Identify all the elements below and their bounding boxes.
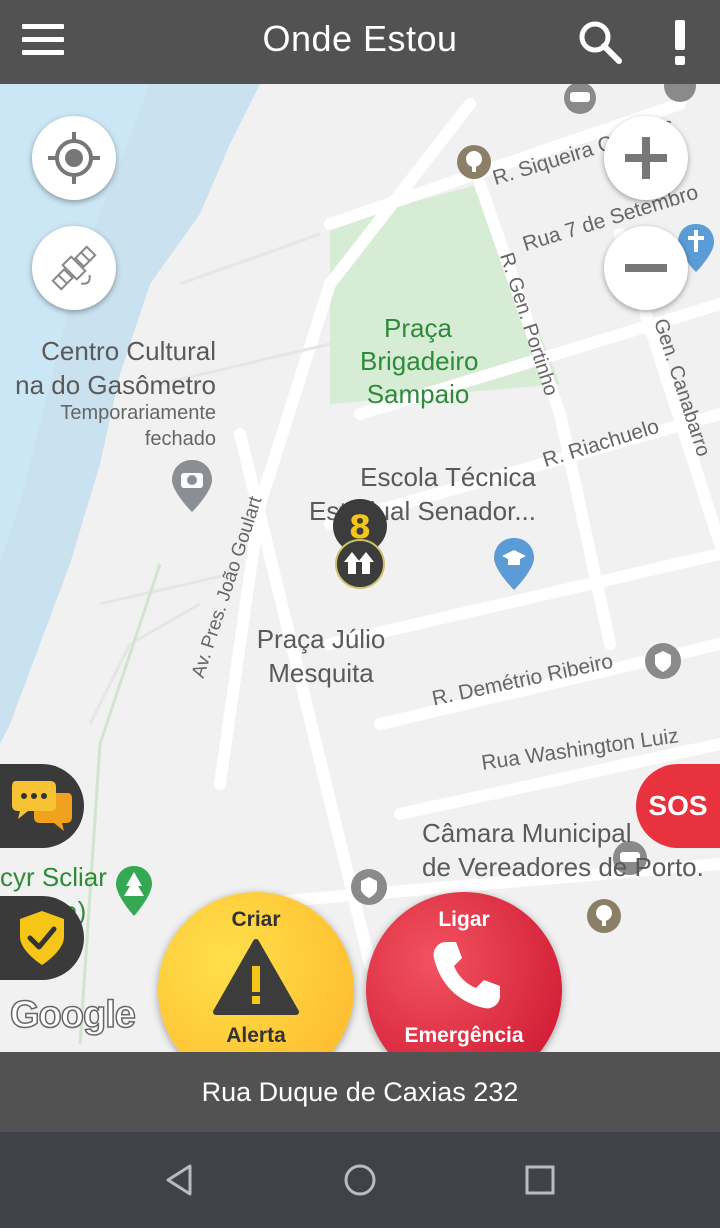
plus-icon (625, 137, 667, 179)
map-view[interactable]: R. Siqueira Campos Rua 7 de Setembro R. … (0, 84, 720, 1052)
app-bar: Onde Estou (0, 0, 720, 84)
tree-marker-icon (587, 899, 621, 933)
home-icon[interactable] (340, 1160, 380, 1200)
google-attribution: Google (9, 993, 136, 1037)
current-address: Rua Duque de Caxias 232 (0, 1052, 720, 1132)
school-marker-icon (494, 538, 534, 590)
chat-button[interactable] (0, 764, 84, 848)
place-label-praca-julio: Praça Júlio Mesquita (256, 624, 386, 688)
create-alert-label-top: Criar (231, 908, 281, 931)
place-label-centro-cultural: Centro Cultural na do Gasômetro (15, 336, 216, 400)
police-marker-icon (351, 869, 387, 905)
back-icon[interactable] (160, 1160, 200, 1200)
call-emergency-label-top: Ligar (438, 908, 490, 931)
call-emergency-button[interactable]: Ligar Emergência (366, 892, 562, 1052)
shield-check-icon (20, 911, 64, 965)
my-location-button[interactable] (32, 116, 116, 200)
create-alert-button[interactable]: Criar Alerta (158, 892, 354, 1052)
phone-icon (433, 942, 500, 1009)
zoom-out-button[interactable] (604, 226, 688, 310)
search-icon[interactable] (576, 18, 624, 66)
parking-marker-icon (664, 84, 696, 102)
place-label-praca-brigadeiro: Praça Brigadeiro Sampaio (360, 313, 479, 409)
park-marker-icon (116, 866, 152, 916)
camera-marker-icon (172, 460, 212, 512)
chat-bubbles-icon (12, 781, 72, 831)
my-location-icon (48, 132, 100, 184)
place-status-label: Temporariamente fechado (60, 402, 216, 450)
safety-button[interactable] (0, 896, 84, 980)
sos-button[interactable]: SOS (636, 764, 720, 848)
exclamation-icon[interactable] (660, 14, 700, 66)
create-alert-label-bottom: Alerta (226, 1024, 286, 1047)
warning-triangle-icon (213, 939, 299, 1015)
satellite-view-button[interactable] (32, 226, 116, 310)
zoom-in-button[interactable] (604, 116, 688, 200)
parking-marker-icon (564, 84, 596, 114)
system-nav-bar (0, 1132, 720, 1228)
traffic-marker-icon (335, 539, 385, 589)
minus-icon (625, 264, 667, 272)
call-emergency-label-bottom: Emergência (404, 1024, 524, 1047)
police-marker-icon (645, 643, 681, 679)
satellite-icon (51, 245, 97, 291)
tree-marker-icon (457, 145, 491, 179)
recents-icon[interactable] (520, 1160, 560, 1200)
